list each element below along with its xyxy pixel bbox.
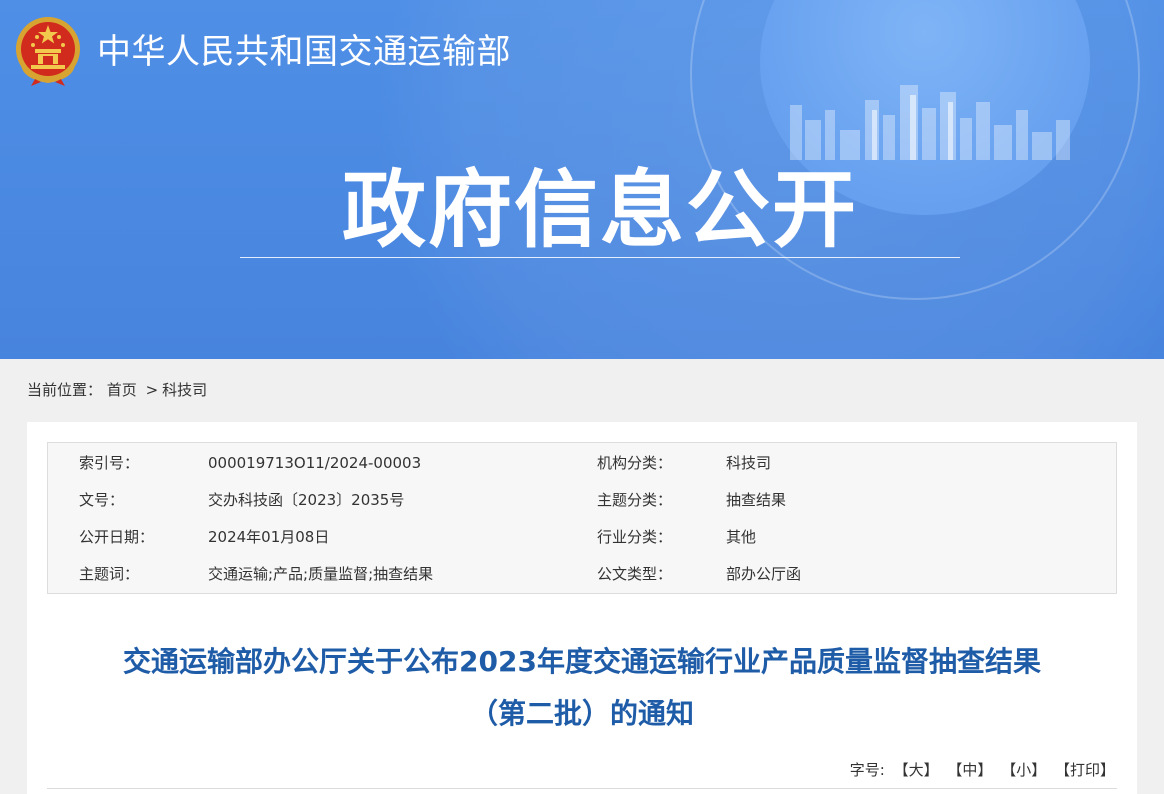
metadata-key: 文号：	[79, 491, 125, 509]
document-title-line2: （第二批）的通知	[469, 697, 694, 730]
metadata-value: 交办科技函〔2023〕2035号	[208, 491, 405, 509]
print-button[interactable]: 【打印】	[1055, 761, 1115, 779]
breadcrumb-label: 当前位置：	[27, 381, 103, 399]
site-title[interactable]: 中华人民共和国交通运输部	[97, 30, 511, 74]
metadata-key: 主题词：	[79, 565, 140, 583]
metadata-key: 索引号：	[79, 454, 140, 472]
metadata-key: 主题分类：	[597, 491, 673, 509]
metadata-value: 抽查结果	[726, 491, 787, 509]
document-title-line1: 交通运输部办公厅关于公布2023年度交通运输行业产品质量监督抽查结果	[123, 645, 1041, 678]
metadata-row: 索引号： 000019713O11/2024-00003 机构分类： 科技司	[48, 445, 1116, 481]
document-metadata-table: 索引号： 000019713O11/2024-00003 机构分类： 科技司 文…	[47, 442, 1117, 594]
metadata-value: 科技司	[726, 454, 772, 472]
metadata-key: 公开日期：	[79, 528, 155, 546]
document-title: 交通运输部办公厅关于公布2023年度交通运输行业产品质量监督抽查结果 （第二批）…	[47, 636, 1117, 740]
font-size-toolbar: 字号: 【大】 【中】 【小】 【打印】	[850, 759, 1115, 781]
font-size-label: 字号:	[849, 761, 885, 779]
metadata-key: 公文类型：	[597, 565, 673, 583]
metadata-value: 000019713O11/2024-00003	[208, 454, 422, 472]
national-emblem-icon	[16, 17, 80, 86]
metadata-key: 机构分类：	[597, 454, 673, 472]
section-title: 政府信息公开	[341, 161, 858, 259]
breadcrumb-keji-link[interactable]: 科技司	[162, 381, 207, 399]
city-skyline-icon	[790, 85, 1070, 160]
metadata-value: 交通运输;产品;质量监督;抽查结果	[208, 565, 434, 583]
content-panel: 索引号： 000019713O11/2024-00003 机构分类： 科技司 文…	[27, 422, 1137, 794]
metadata-value: 2024年01月08日	[208, 528, 330, 546]
breadcrumb-home-link[interactable]: 首页	[107, 381, 137, 399]
font-size-large-button[interactable]: 【大】	[894, 761, 939, 779]
metadata-row: 公开日期： 2024年01月08日 行业分类： 其他	[48, 519, 1116, 555]
title-divider	[240, 257, 960, 258]
font-size-small-button[interactable]: 【小】	[1001, 761, 1046, 779]
breadcrumb: 当前位置： 首页 > 科技司	[27, 379, 207, 401]
metadata-value: 部办公厅函	[726, 565, 802, 583]
header-banner: 中华人民共和国交通运输部 政府信息公开	[0, 0, 1164, 359]
metadata-row: 主题词： 交通运输;产品;质量监督;抽查结果 公文类型： 部办公厅函	[48, 556, 1116, 592]
font-size-medium-button[interactable]: 【中】	[947, 761, 992, 779]
metadata-value: 其他	[726, 528, 757, 546]
breadcrumb-separator: >	[145, 381, 159, 399]
content-divider	[47, 788, 1117, 789]
metadata-row: 文号： 交办科技函〔2023〕2035号 主题分类： 抽查结果	[48, 482, 1116, 518]
metadata-key: 行业分类：	[597, 528, 673, 546]
